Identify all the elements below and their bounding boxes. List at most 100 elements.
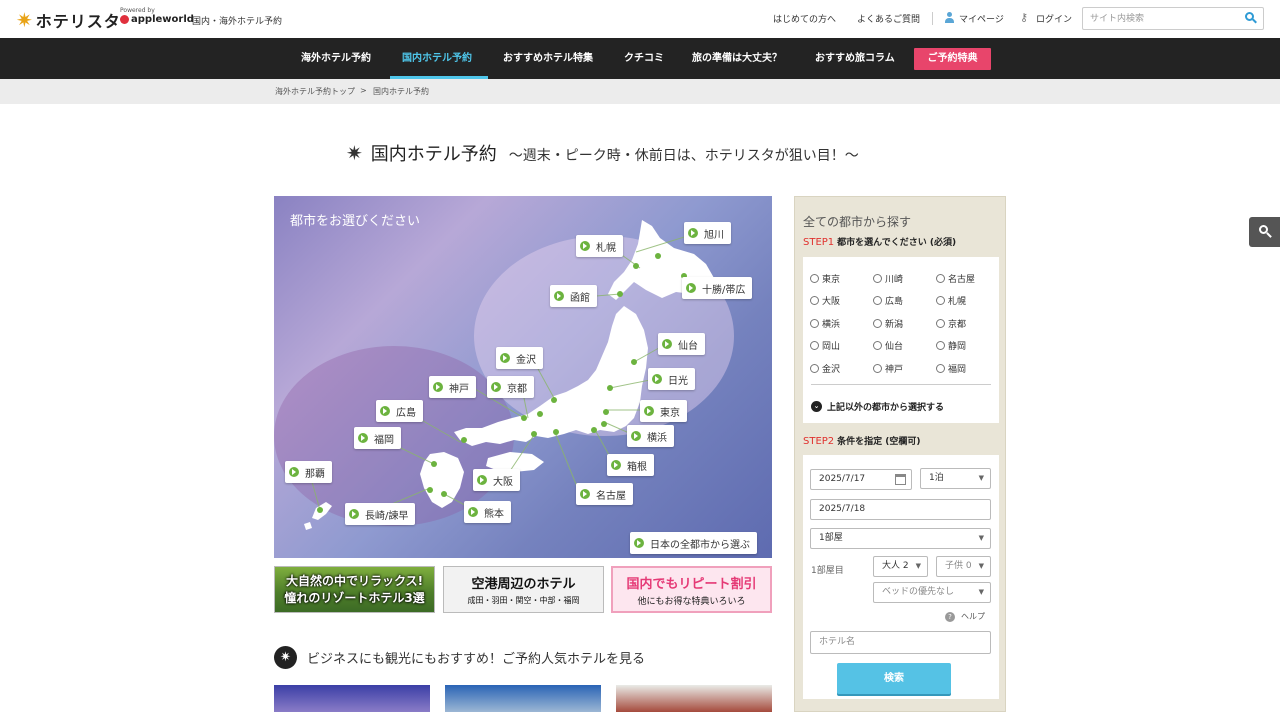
radio-city-tokyo[interactable]: 東京: [810, 272, 840, 285]
nav-booking-perks[interactable]: ご予約特典: [914, 48, 991, 70]
brand-logo: appleworld: [120, 14, 194, 25]
radio-city-sendai[interactable]: 仙台: [873, 339, 903, 352]
map-city-kumamoto[interactable]: 熊本: [464, 501, 511, 523]
map-city-tokyo[interactable]: 東京: [640, 400, 687, 422]
dropdown-arrow-icon: ▼: [915, 562, 921, 570]
nav-travel-prep[interactable]: 旅の準備は大丈夫？: [692, 38, 782, 79]
children-select[interactable]: 子供 0 ▼: [936, 556, 991, 577]
arrow-icon: [662, 339, 672, 349]
map-city-yokohama[interactable]: 横浜: [627, 425, 674, 447]
map-city-hiroshima[interactable]: 広島: [376, 400, 423, 422]
map-city-kanazawa[interactable]: 金沢: [496, 347, 543, 369]
tagline: 国内・海外ホテル予約: [192, 17, 283, 27]
map-city-asahikawa[interactable]: 旭川: [684, 222, 731, 244]
site-logo[interactable]: ✷ ホテリスタ: [16, 8, 121, 32]
logo-text: ホテリスタ: [35, 12, 121, 31]
divider: [932, 12, 933, 25]
radio-city-okayama[interactable]: 岡山: [810, 339, 840, 352]
radio-city-nagoya[interactable]: 名古屋: [936, 272, 975, 285]
arrow-icon: [468, 507, 478, 517]
radio-city-kawasaki[interactable]: 川崎: [873, 272, 903, 285]
radio-city-sapporo[interactable]: 札幌: [936, 294, 966, 307]
bed-preference-select[interactable]: ベッドの優先なし ▼: [873, 582, 991, 603]
chevron-down-icon: ⌄: [811, 401, 822, 412]
breadcrumb-current: 国内ホテル予約: [373, 87, 429, 96]
banner-subtitle: 成田・羽田・関空・中部・福岡: [467, 596, 580, 605]
map-city-sendai[interactable]: 仙台: [658, 333, 705, 355]
search-icon[interactable]: [1245, 12, 1258, 25]
header: ✷ ホテリスタ Powered by appleworld 国内・海外ホテル予約…: [0, 0, 1280, 38]
select-other-city-link[interactable]: ⌄ 上記以外の都市から選択する: [811, 400, 944, 413]
banner-subtitle: 他にもお得な特典いろいろ: [637, 597, 746, 607]
nav-reviews[interactable]: クチコミ: [624, 38, 664, 79]
nights-select[interactable]: 1泊 ▼: [920, 468, 991, 489]
divider: [811, 384, 991, 385]
radio-city-fukuoka[interactable]: 福岡: [936, 362, 966, 375]
nav-domestic-hotels[interactable]: 国内ホテル予約: [402, 38, 472, 79]
rooms-select[interactable]: 1部屋 ▼: [810, 528, 991, 549]
hotel-thumbnail[interactable]: [616, 685, 772, 712]
map-city-nagoya[interactable]: 名古屋: [576, 483, 633, 505]
radio-city-shizuoka[interactable]: 静岡: [936, 339, 966, 352]
dropdown-arrow-icon: ▼: [978, 588, 984, 596]
star-icon: ✷: [274, 646, 297, 669]
map-city-nagasaki-isahaya[interactable]: 長崎/諫早: [345, 503, 416, 525]
floating-search-button[interactable]: [1249, 217, 1280, 247]
link-login[interactable]: ログイン: [1036, 12, 1072, 25]
nav-overseas-hotels[interactable]: 海外ホテル予約: [301, 38, 371, 79]
radio-city-yokohama[interactable]: 横浜: [810, 317, 840, 330]
dropdown-arrow-icon: ▼: [978, 474, 984, 482]
breadcrumb-home[interactable]: 海外ホテル予約トップ: [275, 86, 355, 97]
map-city-kyoto[interactable]: 京都: [487, 376, 534, 398]
arrow-icon: [433, 382, 443, 392]
map-city-hakodate[interactable]: 函館: [550, 285, 597, 307]
nav-featured-hotels[interactable]: おすすめホテル特集: [503, 38, 593, 79]
site-search: [1082, 7, 1264, 30]
map-city-hakone[interactable]: 箱根: [607, 454, 654, 476]
arrow-icon: [611, 460, 621, 470]
radio-city-hiroshima[interactable]: 広島: [873, 294, 903, 307]
japan-map: 都市をお選びください 旭川 札幌 十勝/帯広 函館 仙台 金沢 日光 神戸 京都…: [274, 196, 772, 558]
step1-label: STEP1 都市を選んでください (必須): [803, 237, 957, 248]
banner-airport-hotels[interactable]: 空港周辺のホテル 成田・羽田・関空・中部・福岡: [443, 566, 604, 613]
arrow-icon: [477, 475, 487, 485]
nav-travel-column[interactable]: おすすめ旅コラム: [815, 38, 895, 79]
banner-subtitle: 憧れのリゾートホテル3選: [284, 591, 425, 605]
radio-city-kyoto[interactable]: 京都: [936, 317, 966, 330]
site-search-input[interactable]: [1083, 8, 1233, 29]
radio-city-niigata[interactable]: 新潟: [873, 317, 903, 330]
link-faq[interactable]: よくあるご質問: [857, 12, 920, 25]
radio-city-kobe[interactable]: 神戸: [873, 362, 903, 375]
room-1-label: 1部屋目: [811, 566, 844, 576]
map-city-osaka[interactable]: 大阪: [473, 469, 520, 491]
map-city-nikko[interactable]: 日光: [648, 368, 695, 390]
map-city-kobe[interactable]: 神戸: [429, 376, 476, 398]
adults-select[interactable]: 大人 2 ▼: [873, 556, 928, 577]
arrow-icon: [688, 228, 698, 238]
banner-repeat-discount[interactable]: 国内でもリピート割引 他にもお得な特典いろいろ: [611, 566, 772, 613]
search-panel: 全ての都市から探す STEP1 都市を選んでください (必須) 東京 川崎 名古屋…: [794, 196, 1006, 712]
help-link[interactable]: ? ヘルプ: [945, 611, 985, 622]
radio-city-osaka[interactable]: 大阪: [810, 294, 840, 307]
hotel-name-input[interactable]: ホテル名: [810, 631, 991, 654]
radio-city-kanazawa[interactable]: 金沢: [810, 362, 840, 375]
checkin-date-field[interactable]: 2025/7/17: [810, 469, 912, 490]
dropdown-arrow-icon: ▼: [978, 534, 984, 542]
map-city-sapporo[interactable]: 札幌: [576, 235, 623, 257]
page-title: ✷ 国内ホテル予約 ～週末・ピーク時・休前日は、ホテリスタが狙い目！～: [346, 140, 859, 166]
hotel-thumbnail[interactable]: [274, 685, 430, 712]
map-city-naha[interactable]: 那覇: [285, 461, 332, 483]
banner-title: 国内でもリピート割引: [626, 577, 757, 592]
arrow-icon: [500, 353, 510, 363]
map-all-cities-button[interactable]: 日本の全都市から選ぶ: [630, 532, 757, 554]
link-beginners[interactable]: はじめての方へ: [773, 12, 836, 25]
checkout-date-field[interactable]: 2025/7/18: [810, 499, 991, 520]
search-button[interactable]: 検索: [837, 663, 951, 694]
banner-resort-hotels[interactable]: 大自然の中でリラックス! 憧れのリゾートホテル3選: [274, 566, 435, 613]
map-city-tokachi-obihiro[interactable]: 十勝/帯広: [682, 277, 753, 299]
breadcrumb: 海外ホテル予約トップ > 国内ホテル予約: [0, 79, 1280, 104]
map-city-fukuoka[interactable]: 福岡: [354, 427, 401, 449]
dropdown-arrow-icon: ▼: [978, 562, 984, 570]
link-mypage[interactable]: マイページ: [959, 12, 1004, 25]
hotel-thumbnail[interactable]: [445, 685, 601, 712]
